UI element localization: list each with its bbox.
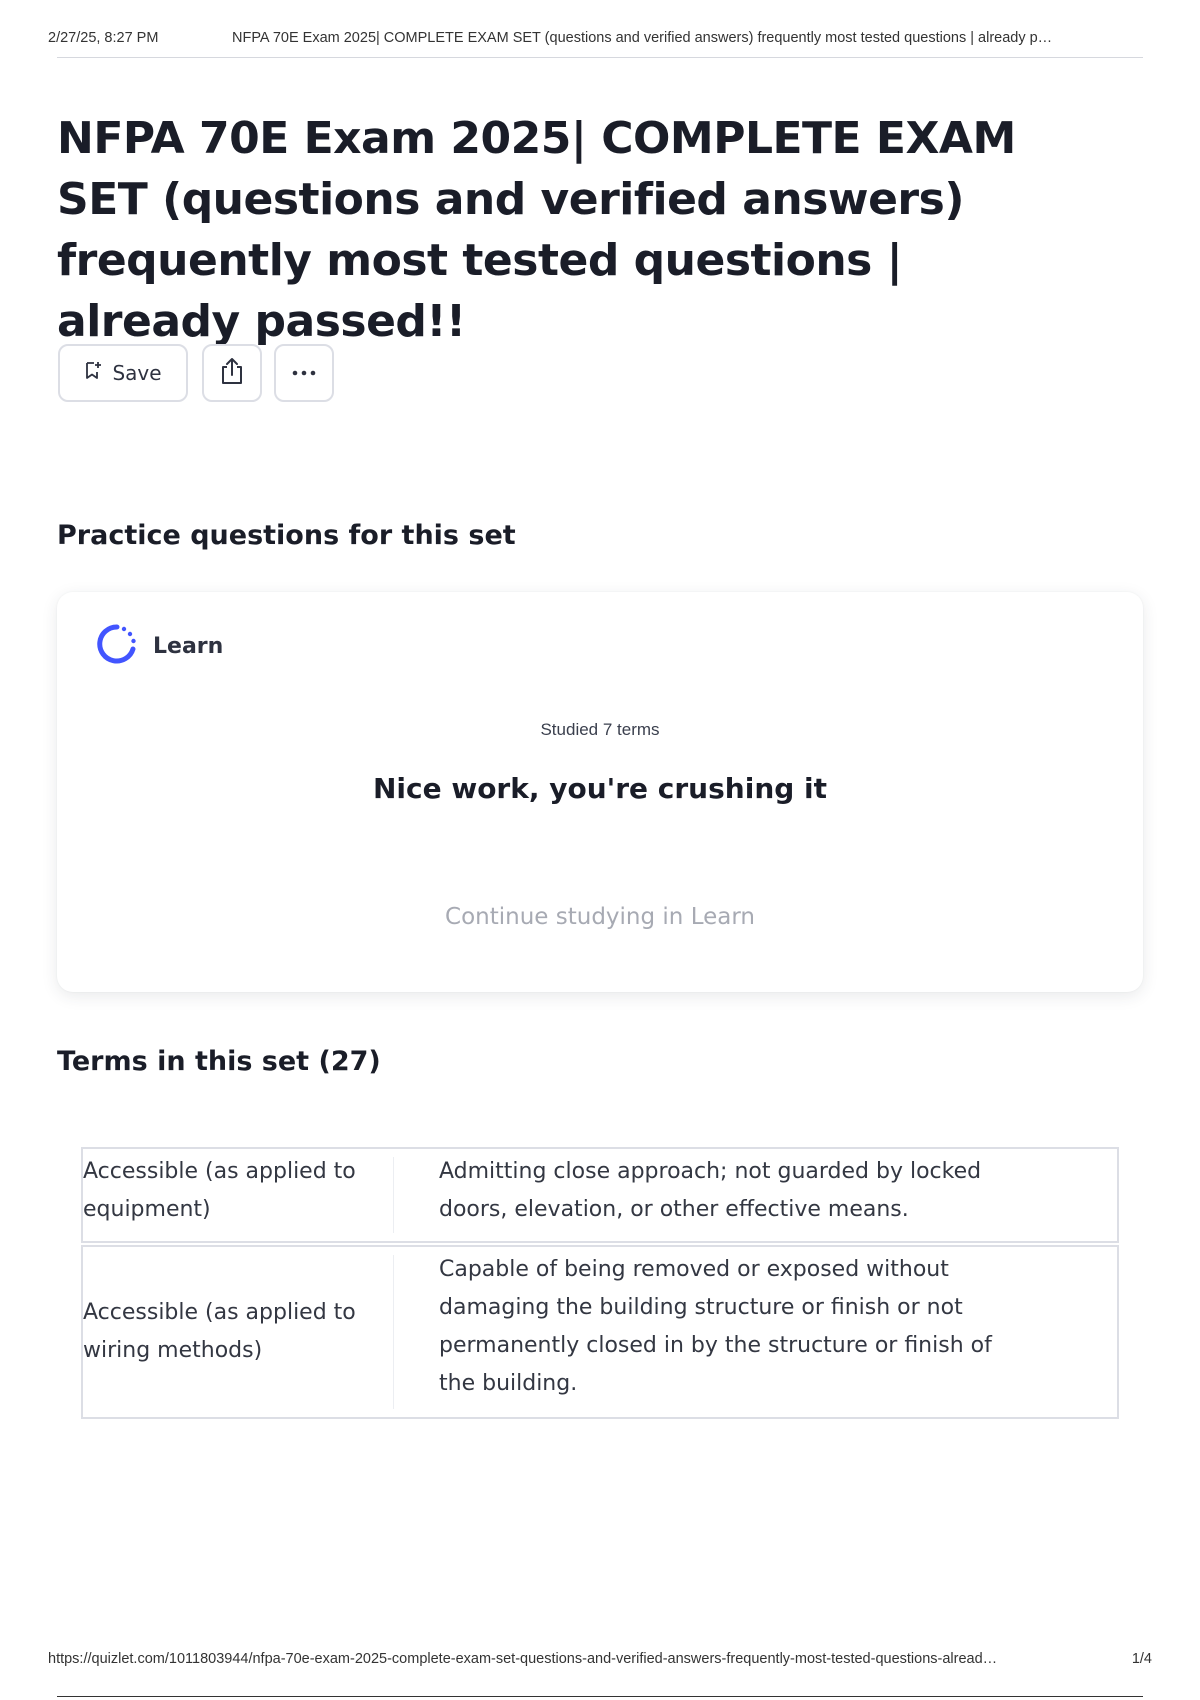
term-definition: Admitting close approach; not guarded by… [439,1159,982,1222]
print-page-number: 1/4 [1131,1651,1152,1667]
column-divider [393,1255,394,1409]
term-definition: Capable of being removed or exposed with… [439,1257,992,1396]
share-icon [218,356,246,391]
practice-heading: Practice questions for this set [57,520,516,551]
term-word: Accessible (as applied to wiring methods… [83,1300,356,1363]
save-button-label: Save [112,361,162,385]
header-divider [57,57,1143,58]
term-row[interactable]: Accessible (as applied to wiring methods… [81,1245,1119,1419]
save-button[interactable]: Save [58,344,188,402]
column-divider [393,1157,394,1233]
print-doc-title: NFPA 70E Exam 2025| COMPLETE EXAM SET (q… [232,30,1053,46]
learn-progress-icon [95,622,139,671]
footer-divider [57,1696,1143,1697]
print-url: https://quizlet.com/1011803944/nfpa-70e-… [48,1651,998,1667]
bookmark-add-icon [84,361,102,386]
print-date: 2/27/25, 8:27 PM [48,30,159,46]
learn-mode-header: Learn [95,622,223,671]
more-horizontal-icon [290,364,318,382]
terms-table: Accessible (as applied to equipment) Adm… [81,1147,1119,1421]
page-title: NFPA 70E Exam 2025| COMPLETE EXAM SET (q… [57,113,1016,347]
term-word: Accessible (as applied to equipment) [83,1159,356,1222]
learn-card: Learn Studied 7 terms Nice work, you're … [57,592,1143,992]
encouragement-message: Nice work, you're crushing it [372,772,828,805]
learn-mode-label: Learn [153,634,224,659]
term-row[interactable]: Accessible (as applied to equipment) Adm… [81,1147,1119,1243]
terms-heading: Terms in this set (27) [57,1046,381,1077]
studied-count-text: Studied 7 terms [540,720,660,739]
more-options-button[interactable] [274,344,334,402]
continue-learn-link[interactable]: Continue studying in Learn [57,904,1143,930]
share-button[interactable] [202,344,262,402]
